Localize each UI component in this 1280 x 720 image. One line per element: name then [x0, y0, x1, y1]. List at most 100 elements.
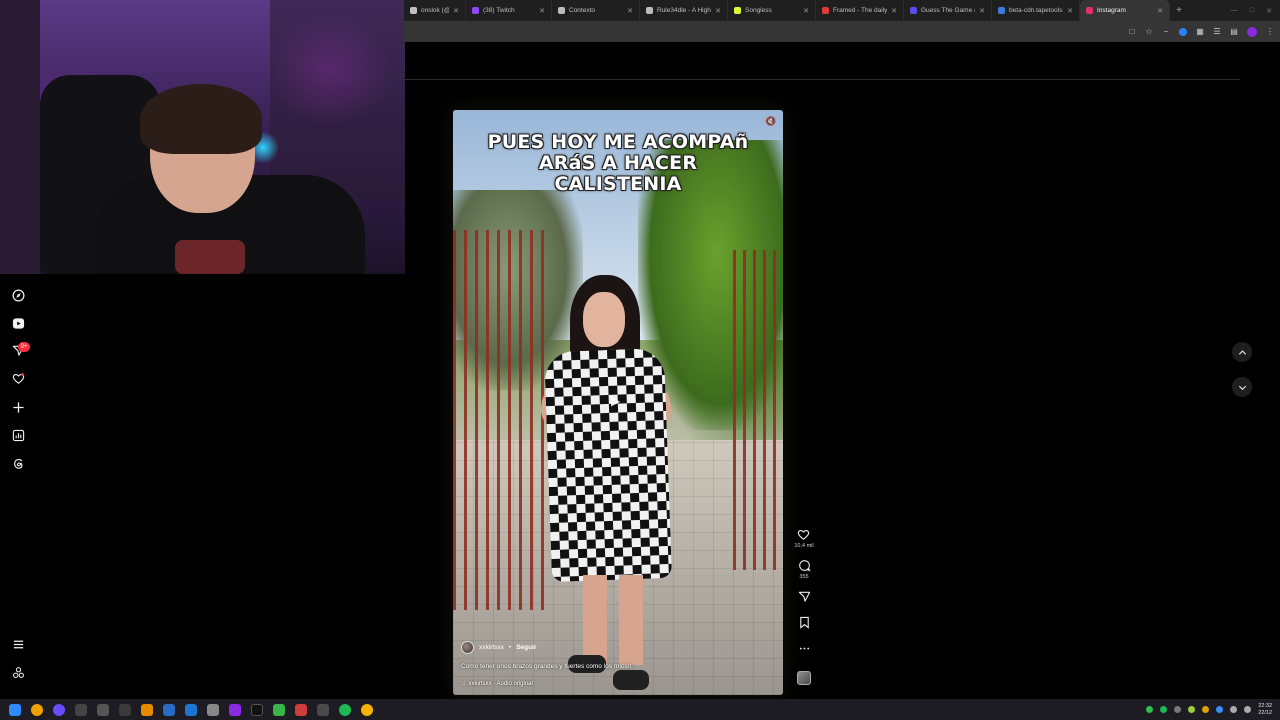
tray-icon[interactable]	[1188, 706, 1196, 713]
clock-time: 22:32	[1258, 702, 1272, 709]
tab-close-icon[interactable]: ✕	[627, 7, 633, 15]
browser-tab[interactable]: onslok (@crsl ✕	[404, 0, 466, 21]
notifications-heart-icon[interactable]	[11, 371, 25, 385]
next-reel-button[interactable]	[1232, 377, 1252, 397]
tab-label: Guess The Game #	[921, 7, 976, 14]
reel-meta: xxkirtsxx • Seguir Como tener unos brazo…	[461, 641, 761, 687]
tab-close-icon[interactable]: ✕	[891, 7, 897, 15]
comment-button[interactable]: 355	[798, 559, 811, 580]
create-plus-icon[interactable]	[11, 400, 25, 414]
volume-icon[interactable]	[1244, 706, 1252, 713]
tab-favicon-icon	[558, 7, 565, 14]
reading-list-icon[interactable]: ☰	[1213, 27, 1221, 36]
tab-close-icon[interactable]: ✕	[539, 7, 545, 15]
maximize-icon[interactable]: □	[1250, 7, 1254, 15]
browser-tab[interactable]: Songless ✕	[728, 0, 816, 21]
tray-icon[interactable]	[1146, 706, 1154, 713]
tab-close-icon[interactable]: ✕	[1157, 7, 1163, 15]
extensions-puzzle-icon[interactable]: ▦	[1196, 27, 1204, 36]
comments-count: 355	[799, 574, 809, 580]
threads-icon[interactable]	[11, 456, 25, 470]
caption-line: CALISTENIA	[554, 173, 682, 195]
reels-icon[interactable]	[11, 316, 25, 330]
app-icon[interactable]	[53, 703, 65, 716]
minimize-icon[interactable]: —	[1231, 7, 1238, 15]
audio-row[interactable]: ♫ xxkirtsxx · Audio original	[461, 681, 761, 687]
app-icon[interactable]	[97, 703, 109, 716]
audio-thumbnail[interactable]	[797, 671, 811, 685]
tab-label: Songless	[745, 7, 772, 14]
share-button[interactable]	[798, 590, 811, 603]
new-tab-button[interactable]: +	[1170, 5, 1188, 16]
author-username[interactable]: xxkirtsxx	[479, 644, 504, 651]
app-icon[interactable]	[163, 703, 175, 716]
app-icon[interactable]	[273, 703, 285, 716]
app-icon[interactable]	[317, 703, 329, 716]
tab-close-icon[interactable]: ✕	[979, 7, 985, 15]
app-icon[interactable]	[207, 703, 219, 716]
tray-icon[interactable]	[1174, 706, 1182, 713]
profile-avatar[interactable]	[1247, 26, 1257, 37]
tray-icon[interactable]	[1160, 706, 1168, 713]
ellipsis-icon	[799, 647, 809, 650]
tray-icon[interactable]	[1202, 706, 1210, 713]
browser-menu-icon[interactable]: ⋮	[1266, 27, 1274, 36]
chrome-icon[interactable]	[361, 703, 373, 716]
browser-tab[interactable]: Instagram ✕	[1080, 0, 1170, 21]
tab-close-icon[interactable]: ✕	[453, 7, 459, 15]
app-icon[interactable]	[75, 703, 87, 716]
play-icon[interactable]: ▶	[611, 394, 625, 408]
browser-tab[interactable]: Rule34dle - A Higher ✕	[640, 0, 728, 21]
checkered-dress	[544, 347, 672, 583]
spotify-icon[interactable]	[339, 703, 351, 716]
browser-tab[interactable]: Framed - The daily ✕	[816, 0, 904, 21]
app-icon[interactable]	[229, 703, 241, 716]
tab-favicon-icon	[646, 7, 653, 14]
header-divider	[404, 79, 1240, 80]
meta-apps-icon[interactable]	[11, 665, 25, 679]
send-icon	[798, 591, 810, 602]
explore-compass-icon[interactable]	[11, 288, 25, 302]
like-button[interactable]: 10,4 mil	[794, 528, 814, 549]
install-app-icon[interactable]: □	[1128, 27, 1136, 36]
tab-close-icon[interactable]: ✕	[1067, 7, 1073, 15]
key-icon[interactable]: −	[1162, 27, 1170, 36]
tab-close-icon[interactable]: ✕	[803, 7, 809, 15]
author-row: xxkirtsxx • Seguir	[461, 641, 761, 654]
app-icon[interactable]	[119, 703, 131, 716]
browser-tab[interactable]: beta-cdn.tapetools ✕	[992, 0, 1080, 21]
wifi-icon[interactable]	[1230, 706, 1238, 713]
tab-search-icon[interactable]: ▤	[1230, 27, 1238, 36]
app-icon[interactable]	[295, 703, 307, 716]
save-button[interactable]	[798, 616, 811, 629]
app-icon[interactable]	[141, 703, 153, 716]
caption-line: ARáS A HACER	[538, 152, 698, 174]
previous-reel-button[interactable]	[1232, 342, 1252, 362]
comment-icon	[798, 560, 811, 572]
follow-button[interactable]: Seguir	[516, 644, 536, 651]
tab-label: onslok (@crsl	[421, 7, 449, 14]
more-menu-icon[interactable]	[11, 637, 25, 651]
dashboard-icon[interactable]	[11, 428, 25, 442]
tray-icon[interactable]	[1216, 706, 1224, 713]
browser-tab[interactable]: Guess The Game # ✕	[904, 0, 992, 21]
browser-tab[interactable]: Contexto ✕	[552, 0, 640, 21]
more-options-button[interactable]	[798, 642, 811, 655]
browser-toolbar: □ ☆ − ▦ ☰ ▤ ⋮	[404, 21, 1280, 42]
audio-muted-icon[interactable]: 🔇	[765, 116, 776, 126]
browser-tab[interactable]: (38) Twitch ✕	[466, 0, 552, 21]
bookmark-star-icon[interactable]: ☆	[1145, 27, 1153, 36]
close-window-icon[interactable]: ✕	[1266, 7, 1272, 15]
tab-close-icon[interactable]: ✕	[715, 7, 721, 15]
reel-video[interactable]: PUES HOY ME ACOMPAñ ARáS A HACER CALISTE…	[453, 110, 783, 695]
search-icon[interactable]	[31, 703, 43, 716]
author-avatar[interactable]	[461, 641, 474, 654]
reel-description[interactable]: Como tener unos brazos grandes y fuertes…	[461, 663, 761, 670]
system-clock[interactable]: 22:32 22/12	[1258, 703, 1272, 717]
extension-icon[interactable]	[1179, 27, 1187, 36]
notifications-badge: 9+	[18, 342, 30, 352]
likes-count: 10,4 mil	[794, 543, 814, 549]
app-icon[interactable]	[185, 703, 197, 716]
tiktok-icon[interactable]	[251, 703, 263, 716]
start-windows-icon[interactable]	[9, 703, 21, 716]
